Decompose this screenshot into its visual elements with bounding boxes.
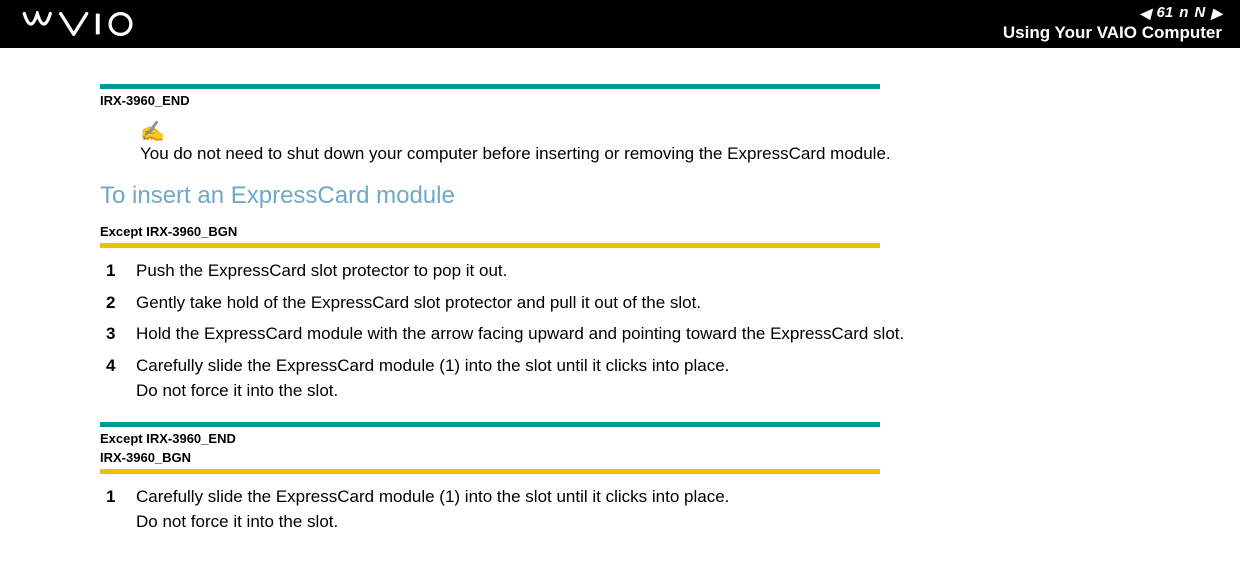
list-item: 3 Hold the ExpressCard module with the a…: [100, 321, 1140, 347]
step-number: 4: [100, 353, 136, 379]
vaio-logo: [18, 9, 158, 39]
tag-label-2: Except IRX-3960_BGN: [100, 222, 1140, 241]
step-number: 1: [100, 484, 136, 510]
steps-list-a: 1 Push the ExpressCard slot protector to…: [100, 258, 1140, 404]
tag-block-3: Except IRX-3960_END IRX-3960_BGN: [100, 422, 1140, 474]
tag-block-2: Except IRX-3960_BGN: [100, 222, 1140, 248]
step-text: Hold the ExpressCard module with the arr…: [136, 321, 1140, 347]
page-content: IRX-3960_END ✍ You do not need to shut d…: [0, 48, 1240, 573]
note-text: You do not need to shut down your comput…: [140, 144, 1140, 164]
header-title: Using Your VAIO Computer: [1003, 24, 1222, 43]
section-heading: To insert an ExpressCard module: [100, 182, 1140, 210]
step-text: Carefully slide the ExpressCard module (…: [136, 484, 1140, 535]
list-item: 1 Carefully slide the ExpressCard module…: [100, 484, 1140, 535]
tag-label-3b: IRX-3960_BGN: [100, 448, 1140, 467]
step-number: 2: [100, 290, 136, 316]
page-N-label: N: [1194, 5, 1205, 22]
yellow-rule: [100, 243, 880, 248]
tag-block-1: IRX-3960_END: [100, 84, 1140, 110]
teal-rule: [100, 422, 880, 427]
step-text: Carefully slide the ExpressCard module (…: [136, 353, 1140, 404]
pencil-icon: ✍: [140, 122, 1140, 142]
list-item: 2 Gently take hold of the ExpressCard sl…: [100, 290, 1140, 316]
note-block: ✍ You do not need to shut down your comp…: [140, 122, 1140, 164]
step-number: 3: [100, 321, 136, 347]
step-text: Gently take hold of the ExpressCard slot…: [136, 290, 1140, 316]
tag-label-1: IRX-3960_END: [100, 91, 1140, 110]
steps-list-b: 1 Carefully slide the ExpressCard module…: [100, 484, 1140, 535]
header-right: ◀ 61 n N ▶ Using Your VAIO Computer: [1003, 5, 1222, 42]
yellow-rule: [100, 469, 880, 474]
step-number: 1: [100, 258, 136, 284]
page-header: ◀ 61 n N ▶ Using Your VAIO Computer: [0, 0, 1240, 48]
step-text: Push the ExpressCard slot protector to p…: [136, 258, 1140, 284]
list-item: 1 Push the ExpressCard slot protector to…: [100, 258, 1140, 284]
page-n-label: n: [1179, 5, 1188, 22]
page-nav: ◀ 61 n N ▶: [1003, 5, 1222, 22]
nav-next-icon[interactable]: ▶: [1211, 6, 1222, 21]
teal-rule: [100, 84, 880, 89]
tag-label-3a: Except IRX-3960_END: [100, 429, 1140, 448]
list-item: 4 Carefully slide the ExpressCard module…: [100, 353, 1140, 404]
nav-prev-icon[interactable]: ◀: [1140, 6, 1151, 21]
page-number: 61: [1157, 5, 1174, 22]
